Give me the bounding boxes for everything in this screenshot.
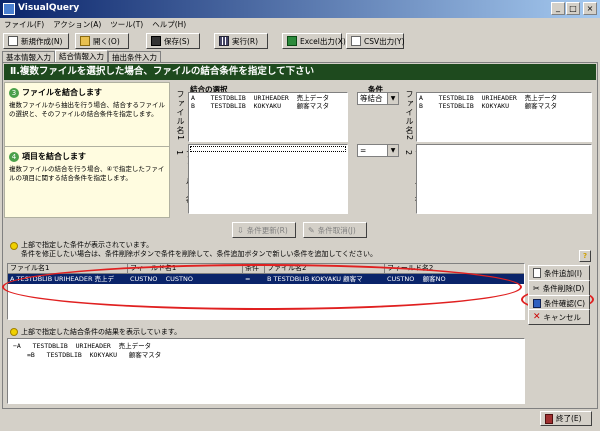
- app-icon: [3, 3, 15, 15]
- run-grid-icon: [219, 36, 229, 46]
- confirm-check-icon: [533, 298, 541, 308]
- step-banner: Ⅱ.複数ファイルを選択した場合、ファイルの結合条件を指定して下さい: [4, 64, 596, 80]
- chevron-down-icon: ▼: [387, 145, 398, 156]
- maximize-button[interactable]: □: [566, 2, 580, 15]
- list-item[interactable]: A TESTDBLIB URIHEADER 売上データ: [419, 94, 589, 102]
- exit-button-label: 終了(E): [556, 414, 582, 423]
- add-document-icon: [533, 268, 541, 278]
- conditions-info: 上部で指定した条件が表示されています。 条件を修正したい場合は、条件削除ボタンで…: [10, 241, 590, 259]
- excel-export-button[interactable]: Excel出力(X): [282, 33, 346, 49]
- file-list-1[interactable]: A TESTDBLIB URIHEADER 売上データ B TESTDBLIB …: [188, 92, 348, 142]
- new-button[interactable]: 新規作成(N): [3, 33, 69, 49]
- tree-node[interactable]: =B TESTDBLIB KOKYAKU 顧客マスタ: [13, 351, 519, 360]
- cancel-condition-button[interactable]: ✎ 条件取消(J): [303, 222, 367, 238]
- divider: [5, 146, 169, 147]
- file-list-2[interactable]: A TESTDBLIB URIHEADER 売上データ B TESTDBLIB …: [416, 92, 592, 142]
- door-exit-icon: [545, 413, 553, 424]
- result-info: 上部で指定した結合条件の結果を表示しています。: [10, 327, 181, 337]
- file-join-section: 3 ファイルを結合します 複数ファイルから抽出を行う場合、結合するファイルの選択…: [9, 87, 167, 119]
- conditions-info-line2: 条件を修正したい場合は、条件削除ボタンで条件を削除して、条件追加ボタンで新しい条…: [21, 250, 378, 258]
- row-highlight-ring: [2, 264, 522, 310]
- cancel-button[interactable]: ✕ キャンセル: [528, 309, 590, 325]
- update-condition-label: 条件更新(R): [246, 225, 288, 235]
- cancel-label: キャンセル: [543, 312, 582, 322]
- menu-bar: ファイル(F) アクション(A) ツール(T) ヘルプ(H): [0, 18, 600, 31]
- csv-export-button[interactable]: CSV出力(Y): [346, 33, 405, 49]
- title-bar: VisualQuery _ □ ×: [0, 0, 600, 18]
- join-type-select[interactable]: 等結合 ▼: [357, 92, 399, 105]
- open-button-label: 開く(O): [93, 36, 120, 46]
- help-button[interactable]: ?: [579, 250, 591, 262]
- excel-icon: [287, 36, 297, 46]
- field-list-2[interactable]: [416, 144, 592, 214]
- operator-value: =: [360, 146, 367, 155]
- tree-node[interactable]: −A TESTDBLIB URIHEADER 売上データ: [13, 342, 519, 351]
- confirm-condition-label: 条件確認(C): [543, 298, 585, 308]
- field-join-description: 複数ファイルの結合を行う場合、④で指定したファイルの項目に関する結合条件を指定し…: [9, 165, 165, 182]
- close-button[interactable]: ×: [583, 2, 597, 15]
- menu-tools[interactable]: ツール(T): [110, 18, 143, 31]
- list-item[interactable]: B TESTDBLIB KOKYAKU 顧客マスタ: [419, 102, 589, 110]
- list-item[interactable]: A TESTDBLIB URIHEADER 売上データ: [191, 94, 345, 102]
- cancel-pencil-icon: ✎: [308, 225, 315, 235]
- window-title: VisualQuery: [18, 3, 80, 13]
- menu-help[interactable]: ヘルプ(H): [152, 18, 186, 31]
- lightbulb-icon: [10, 328, 18, 336]
- field-join-section: 4 項目を結合します 複数ファイルの結合を行う場合、④で指定したファイルの項目に…: [9, 151, 167, 183]
- run-button[interactable]: 実行(R): [214, 33, 268, 49]
- csv-icon: [351, 36, 361, 46]
- exit-button[interactable]: 終了(E): [540, 411, 592, 426]
- new-button-label: 新規作成(N): [21, 36, 63, 46]
- open-button[interactable]: 開く(O): [75, 33, 129, 49]
- menu-file[interactable]: ファイル(F): [4, 18, 44, 31]
- update-icon: ⇩: [237, 225, 244, 235]
- scissors-icon: ✂: [533, 283, 540, 293]
- run-button-label: 実行(R): [232, 36, 259, 46]
- save-button-label: 保存(S): [164, 36, 190, 46]
- result-tree[interactable]: −A TESTDBLIB URIHEADER 売上データ =B TESTDBLI…: [7, 338, 525, 404]
- help-glyph: ?: [582, 252, 588, 260]
- banner-text: Ⅱ.複数ファイルを選択した場合、ファイルの結合条件を指定して下さい: [10, 66, 315, 77]
- menu-action[interactable]: アクション(A): [53, 18, 101, 31]
- file1-vertical-label: ファイル名1: [176, 90, 185, 142]
- update-condition-button[interactable]: ⇩ 条件更新(R): [232, 222, 296, 238]
- field-list-1-focus: [190, 146, 346, 152]
- result-info-text: 上部で指定した結合条件の結果を表示しています。: [21, 328, 182, 336]
- step3-icon: 3: [9, 87, 19, 98]
- conditions-info-line1: 上部で指定した条件が表示されています。: [21, 241, 154, 249]
- csv-button-label: CSV出力(Y): [364, 36, 405, 46]
- cancel-condition-label: 条件取消(J): [317, 225, 356, 235]
- file-join-description: 複数ファイルから抽出を行う場合、結合するファイルの選択と、そのファイルの結合条件…: [9, 101, 165, 118]
- field-join-title: 項目を結合します: [22, 152, 86, 161]
- field-list-1[interactable]: [188, 144, 348, 214]
- operator-select[interactable]: = ▼: [357, 144, 399, 157]
- add-condition-button[interactable]: 条件追加(I): [528, 265, 590, 281]
- delete-condition-label: 条件削除(D): [542, 283, 585, 293]
- chevron-down-icon: ▼: [387, 93, 398, 104]
- open-folder-icon: [80, 36, 90, 46]
- list-item[interactable]: B TESTDBLIB KOKYAKU 顧客マスタ: [191, 102, 345, 110]
- help-panel: 3 ファイルを結合します 複数ファイルから抽出を行う場合、結合するファイルの選択…: [4, 82, 170, 218]
- delete-condition-button[interactable]: ✂ 条件削除(D): [528, 280, 590, 296]
- file-join-title: ファイルを結合します: [22, 88, 102, 97]
- new-document-icon: [8, 36, 18, 46]
- step4-icon: 4: [9, 151, 19, 162]
- minimize-button[interactable]: _: [551, 2, 565, 15]
- save-button[interactable]: 保存(S): [146, 33, 200, 49]
- join-type-value: 等結合: [360, 94, 383, 103]
- floppy-disk-icon: [151, 36, 161, 46]
- close-x-icon: ✕: [533, 312, 541, 322]
- excel-button-label: Excel出力(X): [300, 36, 346, 46]
- add-condition-label: 条件追加(I): [544, 268, 583, 278]
- file2-vertical-label: ファイル名2: [405, 90, 414, 142]
- lightbulb-icon: [10, 241, 18, 250]
